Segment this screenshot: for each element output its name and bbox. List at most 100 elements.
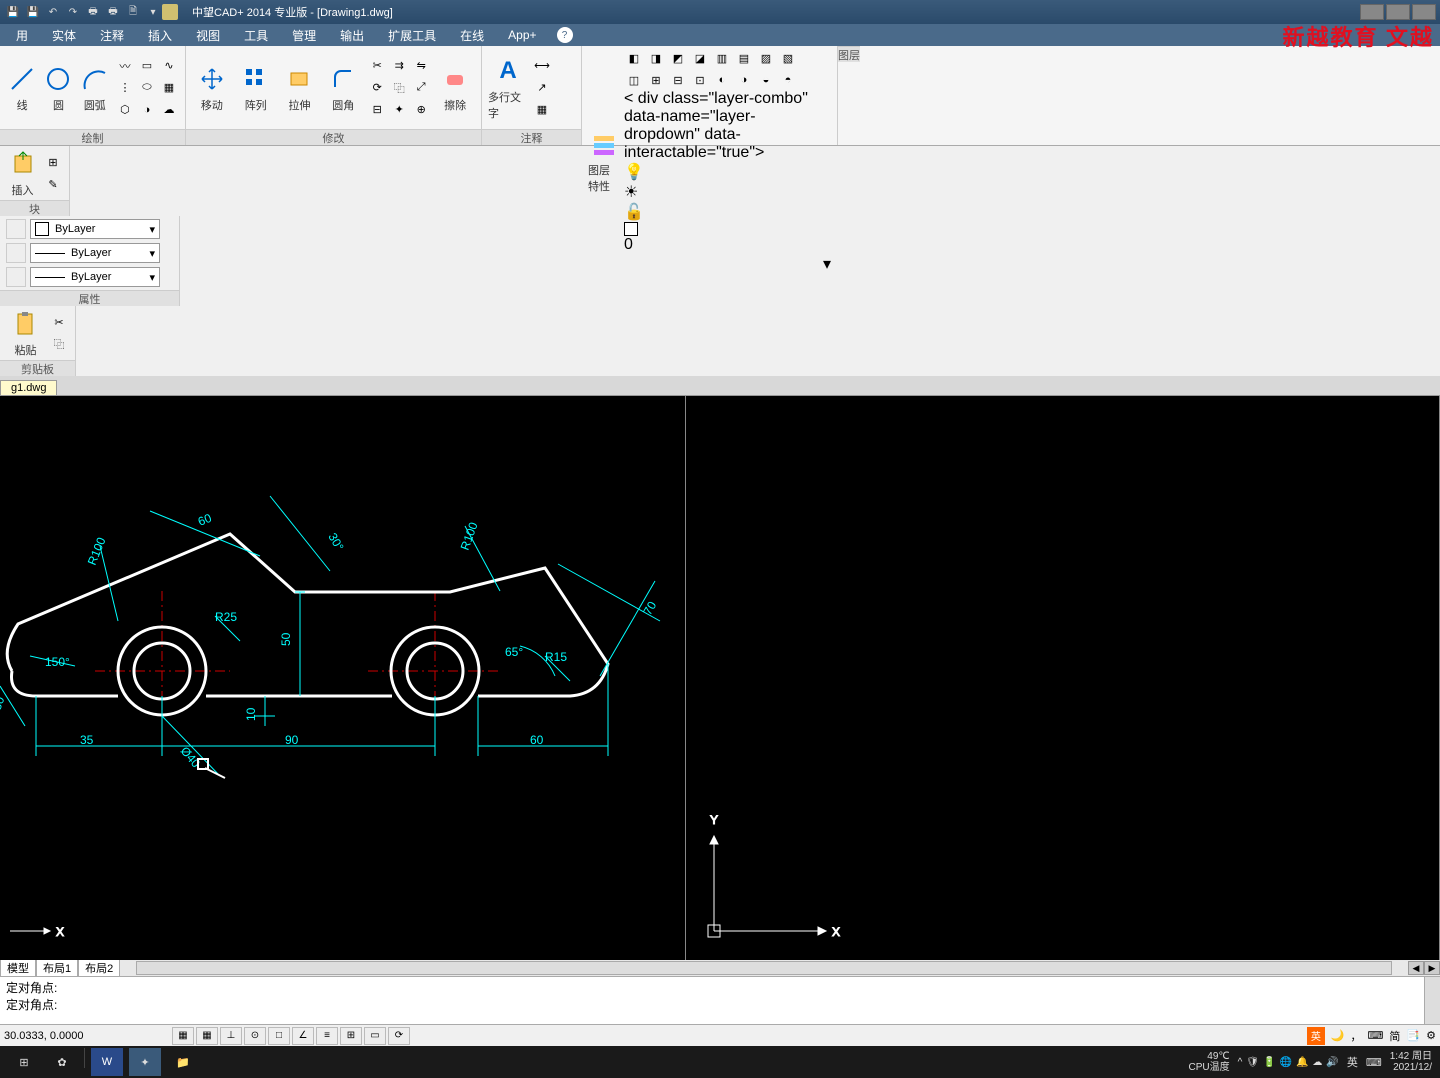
insert-button[interactable]: 插入	[6, 148, 39, 198]
qat-save-icon[interactable]: 💾	[4, 3, 22, 21]
layer-tool-6[interactable]: ▤	[734, 48, 754, 68]
qat-dropdown-icon[interactable]: ▾	[144, 3, 162, 21]
minimize-button[interactable]	[1360, 4, 1384, 20]
ellipse-icon[interactable]: ⬭	[137, 78, 157, 98]
tab-solid[interactable]: 实体	[40, 25, 88, 46]
point-icon[interactable]: ⋮	[115, 78, 135, 98]
layer-tool-2[interactable]: ◨	[646, 48, 666, 68]
layer-tool-8[interactable]: ▧	[778, 48, 798, 68]
erase-button[interactable]: 擦除	[435, 63, 475, 113]
qat-plot-icon[interactable]: 🖶	[84, 3, 102, 21]
model-toggle[interactable]: ▭	[364, 1027, 386, 1045]
close-button[interactable]	[1412, 4, 1436, 20]
otrack-toggle[interactable]: ∠	[292, 1027, 314, 1045]
tab-appplus[interactable]: App+	[496, 26, 548, 44]
fillet-button[interactable]: 圆角	[323, 63, 363, 113]
cmd-scrollbar[interactable]	[1424, 977, 1440, 1024]
tray-cloud-icon[interactable]: ☁	[1312, 1057, 1322, 1068]
mtext-button[interactable]: A 多行文字	[488, 55, 528, 121]
tab-insert[interactable]: 插入	[136, 25, 184, 46]
line-button[interactable]: 线	[6, 63, 38, 113]
tray-lang[interactable]: 英	[1347, 1054, 1358, 1070]
qat-preview2-icon[interactable]: 🗎	[124, 3, 142, 21]
layer-tool-7[interactable]: ▨	[756, 48, 776, 68]
circle-button[interactable]: 圆	[42, 63, 74, 113]
ltype-icon[interactable]	[6, 267, 26, 287]
lwt-toggle[interactable]: ≡	[316, 1027, 338, 1045]
mirror-icon[interactable]: ⇋	[411, 56, 431, 76]
viewport-right[interactable]: X Y	[686, 396, 1440, 960]
taskbar-app-1[interactable]: ✿	[46, 1048, 78, 1076]
help-icon[interactable]: ?	[557, 27, 573, 43]
ime-comma-icon[interactable]: ，	[1351, 1028, 1362, 1044]
tray-vol-icon[interactable]: 🔊	[1326, 1057, 1338, 1068]
block-create-icon[interactable]: ⊞	[43, 152, 63, 172]
polar-toggle[interactable]: ⊙	[244, 1027, 266, 1045]
h-scrollbar[interactable]	[136, 961, 1392, 975]
pline-icon[interactable]: 〰	[115, 56, 135, 76]
tab-view[interactable]: 视图	[184, 25, 232, 46]
layer-tool-13[interactable]: ◐	[712, 70, 732, 90]
arc-button[interactable]: 圆弧	[79, 63, 111, 113]
tray-shield-icon[interactable]: 🛡	[1246, 1057, 1259, 1068]
tray-bell-icon[interactable]: 🔔	[1296, 1057, 1308, 1068]
rotate-icon[interactable]: ⟳	[367, 78, 387, 98]
ime-badge[interactable]: 英	[1307, 1027, 1325, 1045]
paste-button[interactable]: 粘贴	[6, 308, 45, 358]
tab-ext[interactable]: 扩展工具	[376, 25, 448, 46]
tab-output[interactable]: 输出	[328, 25, 376, 46]
ime-jian[interactable]: 简	[1389, 1028, 1400, 1044]
region-icon[interactable]: ◑	[137, 100, 157, 120]
scale-icon[interactable]: ⤢	[411, 78, 431, 98]
layer-tool-14[interactable]: ◑	[734, 70, 754, 90]
tab-use[interactable]: 用	[4, 25, 40, 46]
ime-gear-icon[interactable]: ⚙	[1426, 1029, 1436, 1042]
matchprop-icon[interactable]	[6, 219, 26, 239]
taskbar-cad[interactable]: ✦	[129, 1048, 161, 1076]
layer-tool-15[interactable]: ◒	[756, 70, 776, 90]
layer-tool-4[interactable]: ◪	[690, 48, 710, 68]
layer-tool-5[interactable]: ▥	[712, 48, 732, 68]
cycle-toggle[interactable]: ⟳	[388, 1027, 410, 1045]
copy-clip-icon[interactable]: ⿻	[49, 334, 69, 354]
color-dropdown[interactable]: ByLayer▾	[30, 219, 160, 239]
ortho-toggle[interactable]: ⊥	[220, 1027, 242, 1045]
join-icon[interactable]: ⊕	[411, 100, 431, 120]
qat-undo-icon[interactable]: ↶	[44, 3, 62, 21]
drawing-area[interactable]: R100 60 30° R100 70 R25 50 150° 65° R15 …	[0, 396, 1440, 960]
table-icon[interactable]: ▦	[532, 100, 552, 120]
stretch-button[interactable]: 拉伸	[280, 63, 320, 113]
taskbar-explorer[interactable]: 📁	[167, 1048, 199, 1076]
revcloud-icon[interactable]: ☁	[159, 100, 179, 120]
snap-toggle[interactable]: ▦	[172, 1027, 194, 1045]
tab-manage[interactable]: 管理	[280, 25, 328, 46]
scroll-left-icon[interactable]: ◀	[1408, 961, 1424, 975]
break-icon[interactable]: ⊟	[367, 100, 387, 120]
array-button[interactable]: 阵列	[236, 63, 276, 113]
file-tab-drawing1[interactable]: g1.dwg	[0, 380, 57, 395]
system-clock[interactable]: 1:42 周日 2021/12/	[1390, 1051, 1432, 1073]
hatch-icon[interactable]: ▦	[159, 78, 179, 98]
lineweight-dropdown[interactable]: ByLayer▾	[30, 243, 160, 263]
layer-tool-11[interactable]: ⊟	[668, 70, 688, 90]
qat-preview-icon[interactable]: 🖶	[104, 3, 122, 21]
ime-dict-icon[interactable]: 📑	[1406, 1029, 1420, 1042]
offset-icon[interactable]: ⇉	[389, 56, 409, 76]
dyn-toggle[interactable]: ⊞	[340, 1027, 362, 1045]
trim-icon[interactable]: ✂	[367, 56, 387, 76]
tab-model[interactable]: 模型	[0, 958, 36, 978]
linetype-dropdown[interactable]: ByLayer▾	[30, 267, 160, 287]
spline-icon[interactable]: ∿	[159, 56, 179, 76]
maximize-button[interactable]	[1386, 4, 1410, 20]
tab-online[interactable]: 在线	[448, 25, 496, 46]
tab-layout1[interactable]: 布局1	[36, 958, 78, 978]
command-window[interactable]: 定对角点: 定对角点:	[0, 976, 1440, 1024]
tray-up-icon[interactable]: ^	[1238, 1057, 1243, 1068]
dim-icon[interactable]: ⟷	[532, 56, 552, 76]
layer-tool-3[interactable]: ◩	[668, 48, 688, 68]
layerprops-button[interactable]: 图层特性	[588, 128, 620, 194]
grid-toggle[interactable]: ▦	[196, 1027, 218, 1045]
start-button[interactable]: ⊞	[8, 1048, 40, 1076]
viewport-left[interactable]: R100 60 30° R100 70 R25 50 150° 65° R15 …	[0, 396, 686, 960]
lweight-icon[interactable]	[6, 243, 26, 263]
